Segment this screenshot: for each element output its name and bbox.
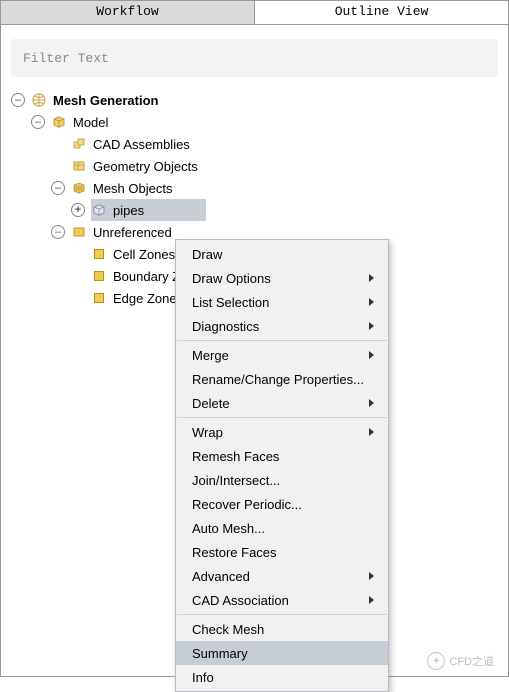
- menu-summary[interactable]: Summary: [176, 641, 388, 665]
- menu-join[interactable]: Join/Intersect...: [176, 468, 388, 492]
- geometry-icon: [71, 158, 87, 174]
- watermark-text: CFD之道: [449, 653, 494, 669]
- filter-input[interactable]: [11, 39, 498, 77]
- menu-draw[interactable]: Draw: [176, 242, 388, 266]
- context-menu: Draw Draw Options List Selection Diagnos…: [175, 239, 389, 692]
- tab-bar: Workflow Outline View: [1, 1, 508, 25]
- collapse-icon[interactable]: [11, 93, 25, 107]
- square-icon: [91, 290, 107, 306]
- tree-label: Geometry Objects: [91, 159, 200, 174]
- menu-draw-options[interactable]: Draw Options: [176, 266, 388, 290]
- tree-label: CAD Assemblies: [91, 137, 192, 152]
- tree-node-root[interactable]: Mesh Generation: [11, 89, 498, 111]
- tab-workflow[interactable]: Workflow: [1, 1, 255, 24]
- menu-restore[interactable]: Restore Faces: [176, 540, 388, 564]
- expand-icon[interactable]: [71, 203, 85, 217]
- cube-icon: [91, 202, 107, 218]
- collapse-icon[interactable]: [51, 225, 65, 239]
- folder-icon: [71, 224, 87, 240]
- menu-remesh[interactable]: Remesh Faces: [176, 444, 388, 468]
- menu-check-mesh[interactable]: Check Mesh: [176, 617, 388, 641]
- tree-label: Mesh Generation: [51, 93, 160, 108]
- globe-icon: [31, 92, 47, 108]
- submenu-arrow-icon: [369, 572, 374, 580]
- collapse-icon[interactable]: [31, 115, 45, 129]
- tree-node-cad[interactable]: CAD Assemblies: [11, 133, 498, 155]
- tree-label: pipes: [111, 203, 146, 218]
- mesh-icon: [71, 180, 87, 196]
- menu-separator: [177, 417, 387, 418]
- square-icon: [91, 246, 107, 262]
- menu-separator: [177, 340, 387, 341]
- tree-node-meshobjects[interactable]: Mesh Objects: [11, 177, 498, 199]
- tree-node-model[interactable]: Model: [11, 111, 498, 133]
- menu-delete[interactable]: Delete: [176, 391, 388, 415]
- box-icon: [51, 114, 67, 130]
- tab-outline-view[interactable]: Outline View: [255, 1, 508, 24]
- menu-diagnostics[interactable]: Diagnostics: [176, 314, 388, 338]
- menu-wrap[interactable]: Wrap: [176, 420, 388, 444]
- submenu-arrow-icon: [369, 399, 374, 407]
- menu-separator: [177, 614, 387, 615]
- menu-info[interactable]: Info: [176, 665, 388, 689]
- tree-selection: pipes: [91, 199, 206, 221]
- assembly-icon: [71, 136, 87, 152]
- collapse-icon[interactable]: [51, 181, 65, 195]
- menu-automesh[interactable]: Auto Mesh...: [176, 516, 388, 540]
- submenu-arrow-icon: [369, 274, 374, 282]
- tree-label: Mesh Objects: [91, 181, 174, 196]
- menu-merge[interactable]: Merge: [176, 343, 388, 367]
- menu-list-selection[interactable]: List Selection: [176, 290, 388, 314]
- watermark-icon: ✦: [427, 652, 445, 670]
- watermark: ✦ CFD之道: [427, 652, 494, 670]
- square-icon: [91, 268, 107, 284]
- menu-rename[interactable]: Rename/Change Properties...: [176, 367, 388, 391]
- submenu-arrow-icon: [369, 351, 374, 359]
- tree-node-pipes[interactable]: pipes: [11, 199, 498, 221]
- tree-label: Unreferenced: [91, 225, 174, 240]
- menu-recover[interactable]: Recover Periodic...: [176, 492, 388, 516]
- tree-node-geometry[interactable]: Geometry Objects: [11, 155, 498, 177]
- tree-label: Model: [71, 115, 110, 130]
- tree-label: Cell Zones: [111, 247, 177, 262]
- submenu-arrow-icon: [369, 322, 374, 330]
- submenu-arrow-icon: [369, 298, 374, 306]
- menu-cad-association[interactable]: CAD Association: [176, 588, 388, 612]
- submenu-arrow-icon: [369, 596, 374, 604]
- submenu-arrow-icon: [369, 428, 374, 436]
- tree-label: Edge Zones: [111, 291, 185, 306]
- menu-advanced[interactable]: Advanced: [176, 564, 388, 588]
